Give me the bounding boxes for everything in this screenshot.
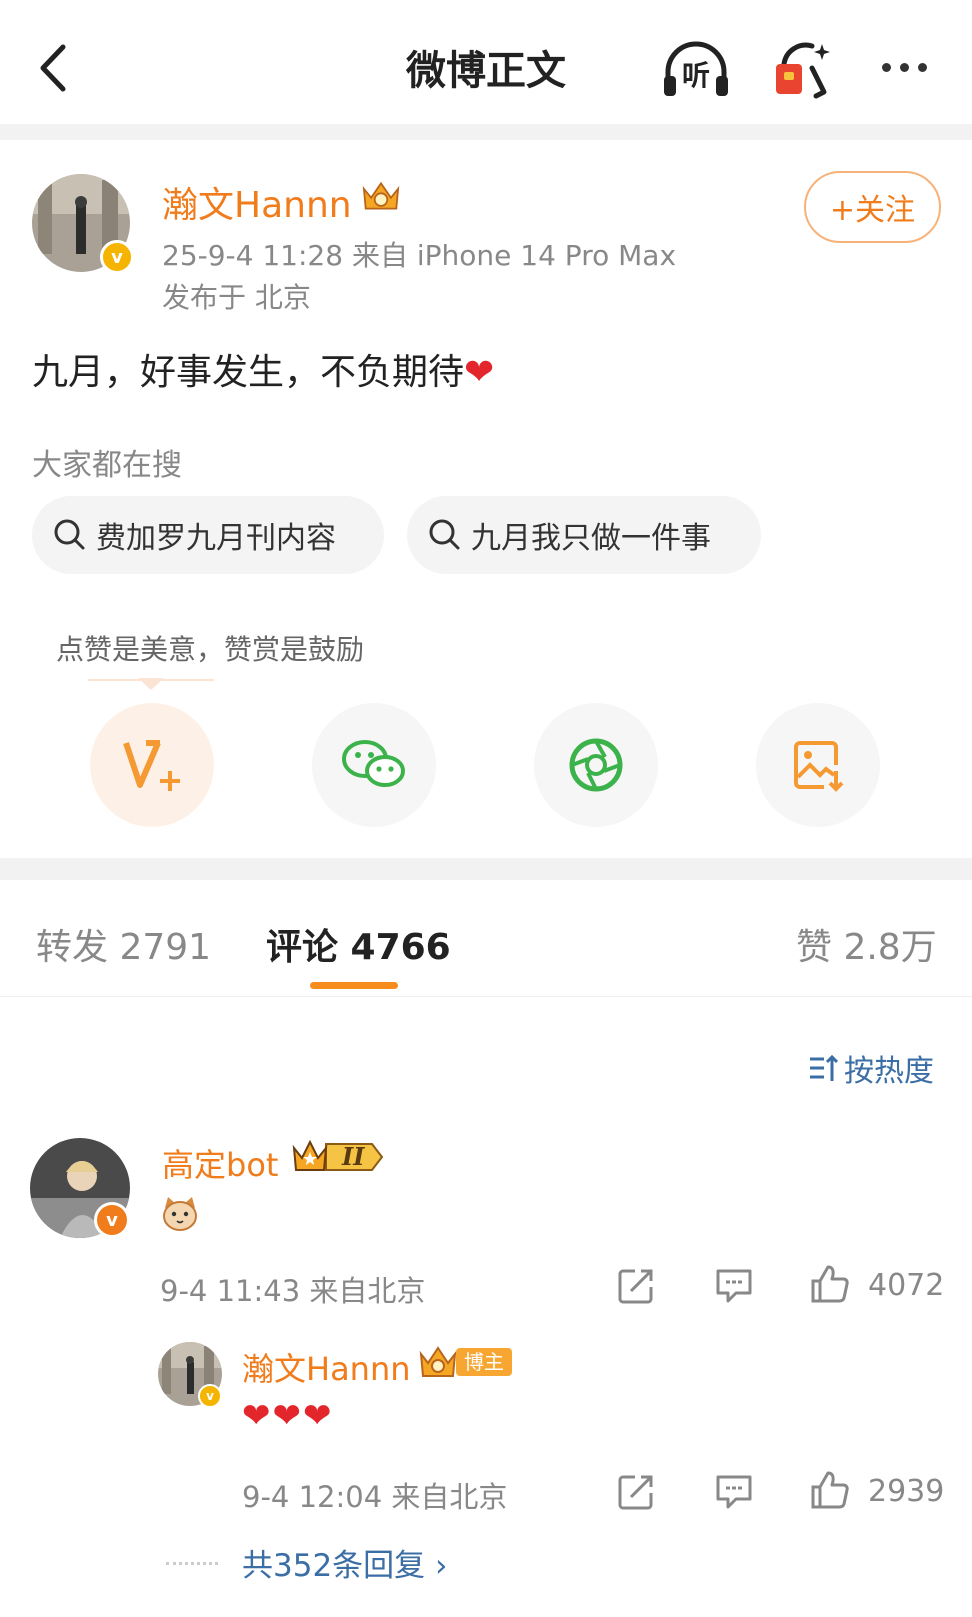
trending-chip-label: 费加罗九月刊内容 (96, 521, 336, 556)
more-icon-dot (917, 62, 927, 72)
thumbs-up-icon (811, 1471, 849, 1509)
post-text: 九月，好事发生，不负期待❤ (32, 343, 494, 395)
verified-badge: v (100, 240, 134, 274)
repost-comment-button[interactable] (614, 1264, 658, 1308)
reply-like-count: 2939 (868, 1474, 945, 1509)
commenter-name[interactable]: 高定bot (162, 1140, 278, 1186)
trending-label: 大家都在搜 (32, 448, 182, 483)
repost-reply-button[interactable] (614, 1470, 658, 1514)
red-packet-button[interactable] (772, 38, 836, 102)
reply-content: ❤❤❤ (242, 1396, 334, 1436)
level-badge: II (290, 1138, 388, 1176)
red-packet-icon (776, 42, 830, 99)
like-count: 4072 (868, 1268, 945, 1303)
reply-time: 9-4 12:04 来自北京 (242, 1480, 508, 1514)
cat-emoji-icon (163, 1197, 197, 1231)
share-moments-button[interactable] (534, 703, 658, 827)
tab-comments[interactable]: 评论 4766 (266, 918, 451, 970)
top-bar: 微博正文 听 (0, 0, 972, 124)
like-reply-button[interactable] (808, 1468, 852, 1512)
sort-label: 按热度 (844, 1054, 934, 1089)
post-location: 发布于 北京 (162, 281, 311, 314)
sort-button[interactable]: 按热度 (808, 1046, 934, 1090)
follow-button[interactable]: +关注 (804, 171, 941, 243)
author-badge: 博主 (418, 1344, 514, 1380)
trending-chip[interactable]: 九月我只做一件事 (407, 496, 761, 574)
replies-divider (166, 1562, 218, 1565)
tab-active-indicator (310, 982, 398, 989)
tab-divider (0, 996, 972, 997)
more-button[interactable] (872, 52, 936, 82)
reward-button[interactable] (90, 703, 214, 827)
more-icon-dot (899, 62, 909, 72)
save-image-icon (794, 741, 844, 792)
author-badge-label: 博主 (456, 1348, 512, 1376)
trending-chip[interactable]: 费加罗九月刊内容 (32, 496, 384, 574)
verified-badge: v (198, 1384, 222, 1408)
post-text-content: 九月，好事发生，不负期待 (32, 352, 465, 393)
trending-chip-label: 九月我只做一件事 (471, 521, 711, 556)
section-divider (0, 124, 972, 140)
more-icon (881, 62, 891, 72)
search-icon (54, 519, 85, 550)
share-wechat-button[interactable] (312, 703, 436, 827)
reward-tip: 点赞是美意，赞赏是鼓励 (56, 633, 365, 666)
thumbs-up-icon (811, 1265, 849, 1303)
repost-icon (618, 1269, 653, 1304)
reply-button[interactable] (712, 1264, 756, 1308)
sort-icon (810, 1054, 838, 1081)
verified-badge: v (94, 1202, 130, 1238)
listen-label: 听 (682, 59, 711, 92)
like-button[interactable] (808, 1262, 852, 1306)
repost-icon (618, 1475, 653, 1510)
moments-icon (569, 738, 623, 792)
level-text: II (342, 1142, 365, 1171)
v-plus-icon (123, 740, 180, 791)
comment-icon (716, 1475, 752, 1509)
author-name[interactable]: 瀚文Hannn (162, 176, 352, 228)
comment-time: 9-4 11:43 来自北京 (160, 1274, 426, 1308)
member-crown-icon (362, 181, 400, 210)
listen-button[interactable]: 听 (660, 38, 732, 102)
save-image-button[interactable] (756, 703, 880, 827)
view-replies-link[interactable]: 共352条回复 › (242, 1540, 447, 1585)
wechat-icon (342, 740, 405, 787)
member-crown-icon (419, 1346, 457, 1377)
section-divider (0, 858, 972, 880)
reply-author-name[interactable]: 瀚文Hannn (242, 1344, 411, 1390)
post-meta: 25-9-4 11:28 来自 iPhone 14 Pro Max (162, 239, 677, 272)
tab-likes[interactable]: 赞 2.8万 (796, 918, 937, 970)
heart-emoji: ❤ (464, 352, 495, 393)
reply-to-reply-button[interactable] (712, 1470, 756, 1514)
crown-level-icon (292, 1139, 384, 1171)
tip-arrow (138, 678, 164, 690)
comment-icon (716, 1269, 752, 1303)
search-icon (429, 519, 460, 550)
tab-repost[interactable]: 转发 2791 (36, 918, 211, 970)
